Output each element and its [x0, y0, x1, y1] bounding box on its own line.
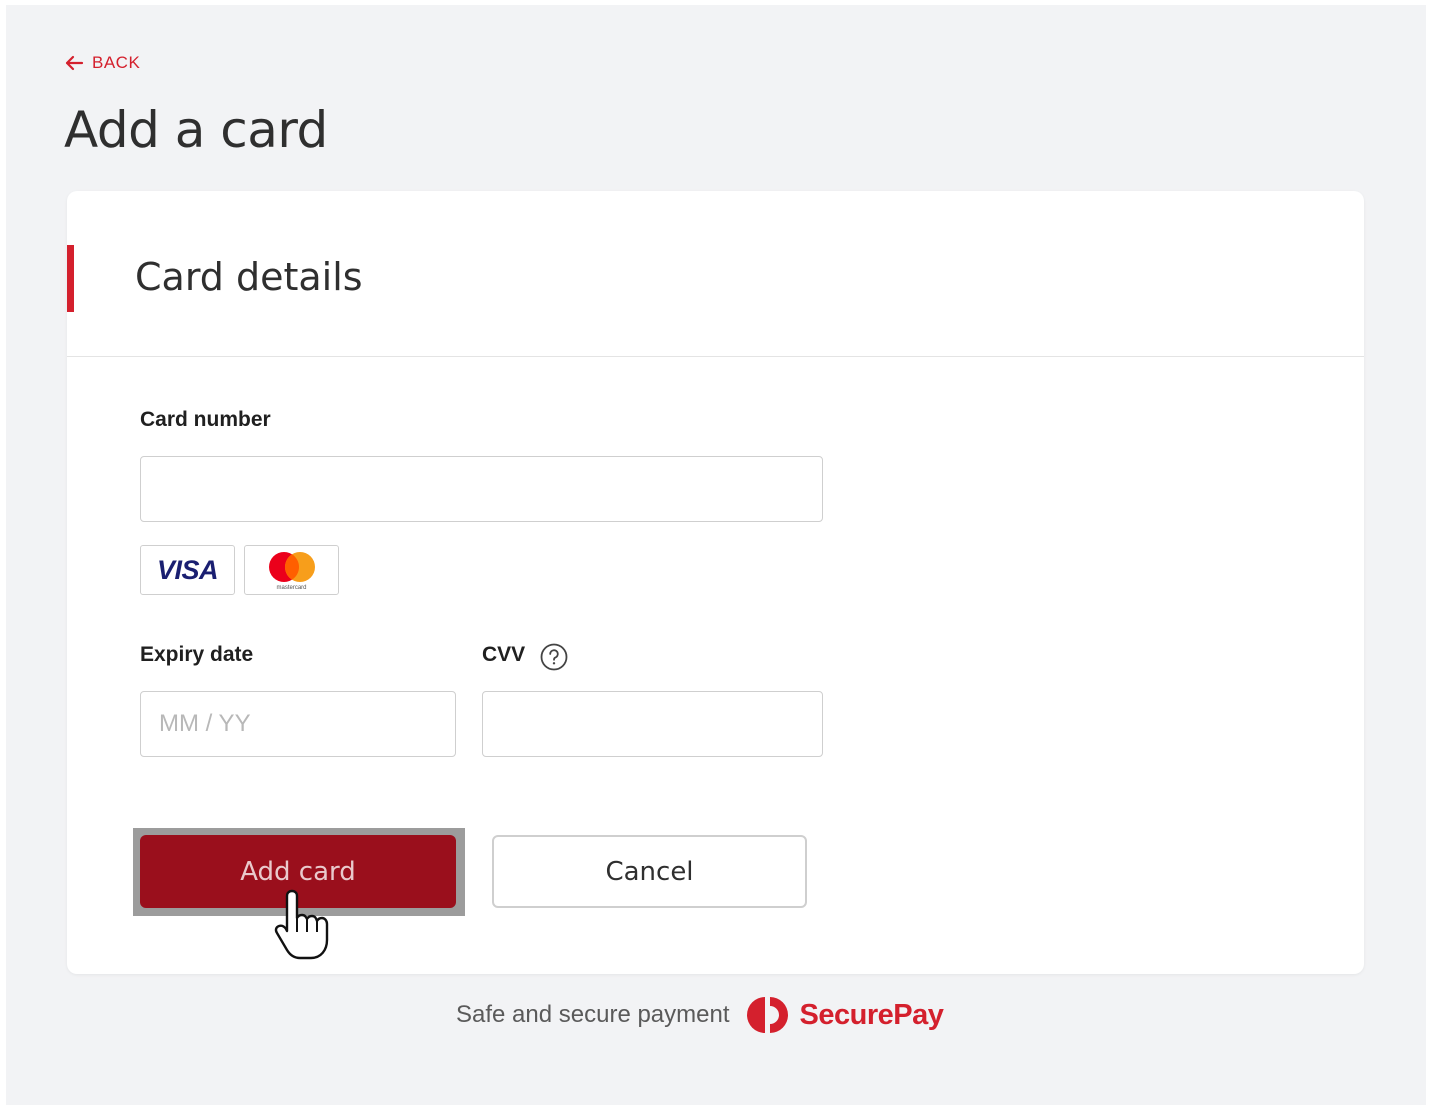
secure-payment-footer: Safe and secure payment SecurePay	[456, 992, 944, 1038]
mastercard-logo: mastercard	[263, 550, 321, 591]
section-title: Card details	[135, 255, 363, 299]
back-label: BACK	[92, 53, 141, 72]
arrow-left-icon	[65, 55, 84, 71]
page-background: BACK Add a card Card details Card number…	[6, 5, 1426, 1105]
expiry-date-label: Expiry date	[140, 643, 254, 666]
hand-pointer-cursor-icon	[274, 889, 329, 960]
card-number-label: Card number	[140, 408, 271, 431]
page-title: Add a card	[64, 101, 328, 159]
back-link[interactable]: BACK	[64, 53, 140, 73]
securepay-logo: SecurePay	[746, 993, 944, 1037]
visa-card-badge: VISA	[140, 545, 235, 595]
footer-text: Safe and secure payment	[456, 1001, 730, 1028]
cvv-label: CVV	[482, 643, 526, 666]
question-circle-icon[interactable]	[540, 643, 568, 671]
card-header: Card details	[67, 191, 1364, 357]
card-number-input[interactable]	[140, 456, 823, 522]
expiry-date-input[interactable]	[140, 691, 456, 757]
cvv-input[interactable]	[482, 691, 823, 757]
securepay-emblem-icon	[746, 997, 788, 1033]
visa-logo: VISA	[156, 554, 219, 585]
cancel-button[interactable]: Cancel	[492, 835, 807, 908]
mastercard-card-badge: mastercard	[244, 545, 339, 595]
securepay-name: SecurePay	[799, 998, 944, 1031]
accent-bar	[67, 245, 74, 312]
mastercard-wordmark: mastercard	[276, 585, 307, 591]
